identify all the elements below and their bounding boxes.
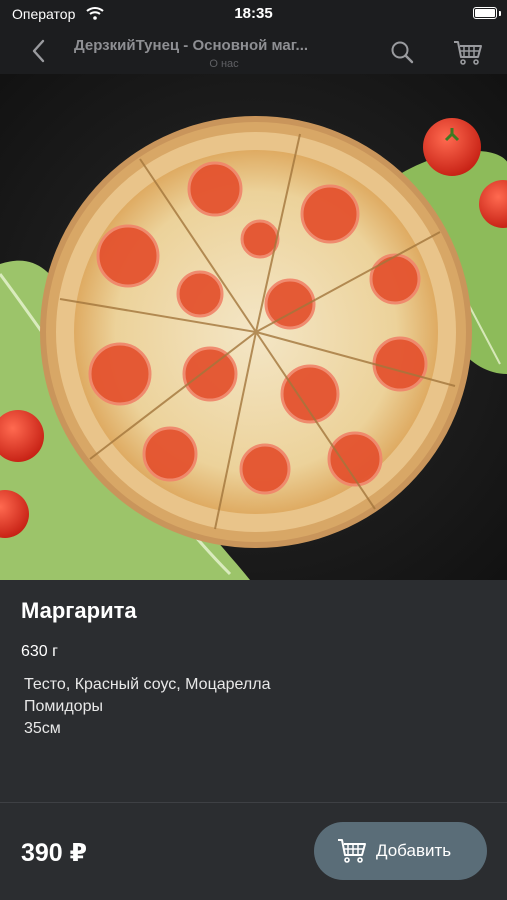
product-image [0,74,507,580]
product-weight: 630 г [21,643,58,660]
status-bar: Оператор 18:35 [0,0,507,28]
description-line: Помидоры [24,698,103,715]
pizza-illustration [0,74,507,580]
description-line: Тесто, Красный соус, Моцарелла [24,676,271,693]
product-description: Тесто, Красный соус, Моцарелла Помидоры … [24,674,270,740]
add-to-cart-button[interactable]: Добавить [314,822,487,880]
cart-icon[interactable] [452,38,484,66]
chevron-left-icon[interactable] [26,38,52,64]
battery-icon [473,7,497,19]
status-time: 18:35 [234,5,273,22]
product-name: Маргарита [21,598,137,623]
product-info: Маргарита 630 г Тесто, Красный соус, Моц… [0,580,507,802]
nav-title: ДерзкийТунец - Основной маг... [74,37,309,54]
search-icon[interactable] [389,39,415,65]
add-button-label: Добавить [376,841,452,860]
product-price: 390 ₽ [21,839,88,867]
battery-tip [499,11,501,16]
description-line: 35см [24,720,61,737]
navigation-bar: ДерзкийТунец - Основной маг... О нас [0,28,507,74]
divider [0,802,507,803]
cart-icon [338,839,366,863]
nav-subtitle[interactable]: О нас [74,58,374,70]
